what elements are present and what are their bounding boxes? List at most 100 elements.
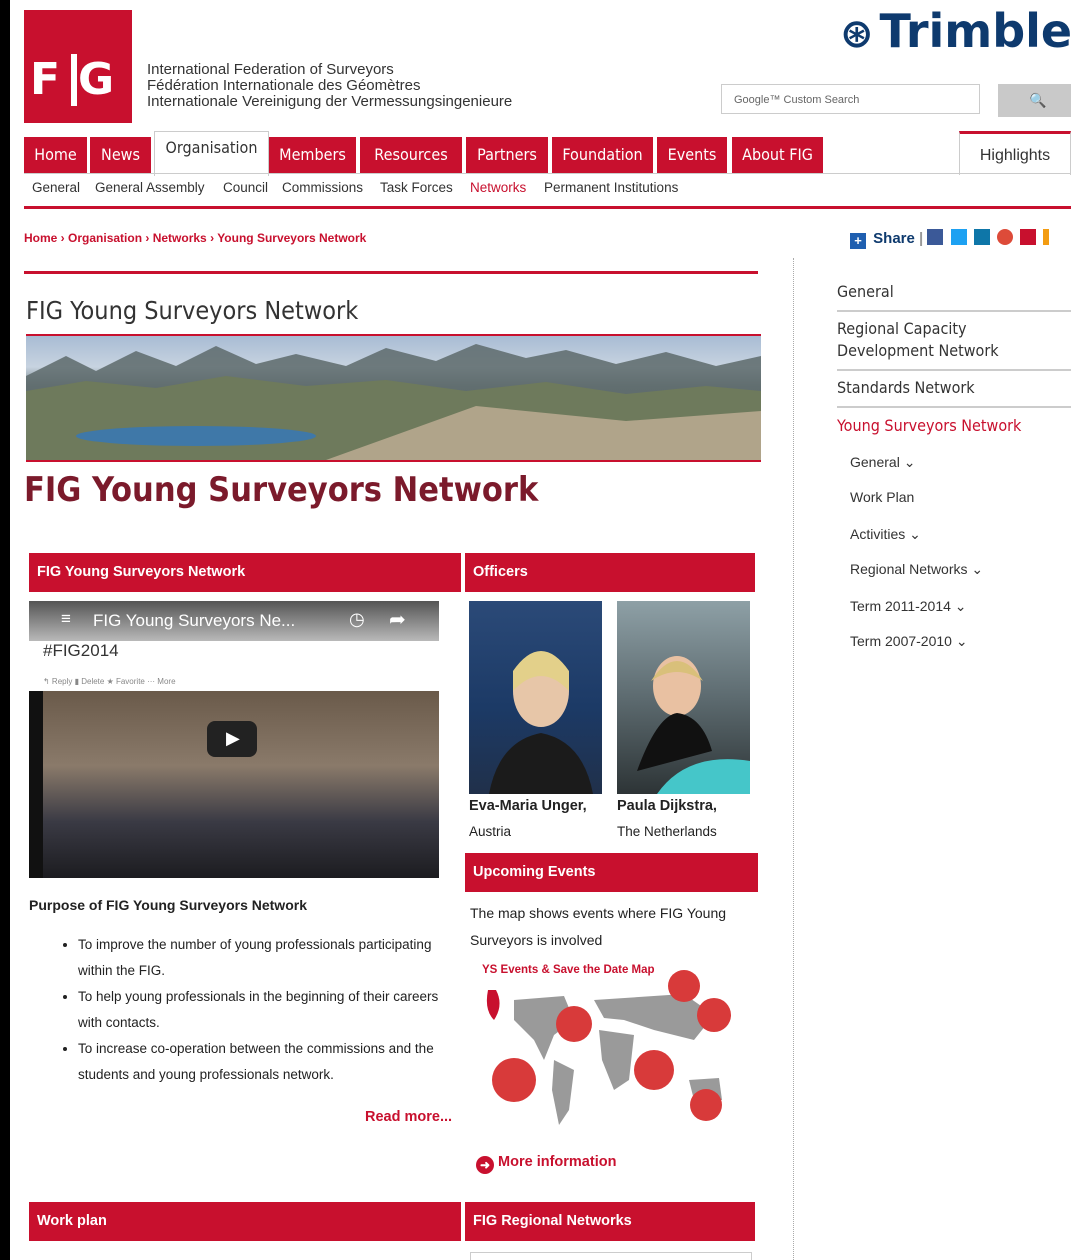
page: F G International Federation of Surveyor… bbox=[10, 0, 1071, 1260]
sidebar-item-standards[interactable]: Standards Network bbox=[837, 378, 1071, 397]
logo-letter-f: F bbox=[30, 54, 61, 105]
box-header-work-plan: Work plan bbox=[29, 1202, 461, 1241]
sidebar-item-regional-capacity[interactable]: Regional Capacity Development Network bbox=[837, 318, 1017, 362]
video-hashtag: #FIG2014 bbox=[43, 641, 119, 660]
play-icon: ▶ bbox=[226, 728, 240, 748]
more-information-label: More information bbox=[498, 1154, 617, 1170]
main-heading: FIG Young Surveyors Network bbox=[24, 470, 539, 510]
org-name-en: International Federation of Surveyors bbox=[147, 61, 394, 78]
org-name-de: Internationale Vereinigung der Vermessun… bbox=[147, 93, 513, 110]
sidebar-sub-term-2011-2014[interactable]: Term 2011-2014 ⌄ bbox=[850, 598, 967, 615]
sidebar-item-general[interactable]: General bbox=[837, 282, 1071, 301]
search-input[interactable]: Google™ Custom Search bbox=[721, 84, 980, 114]
purpose-list: To improve the number of young professio… bbox=[58, 932, 458, 1088]
watch-later-icon[interactable]: ◷ bbox=[349, 609, 365, 630]
officer-portrait-1 bbox=[489, 651, 593, 794]
fig-logo[interactable]: F G bbox=[24, 10, 132, 123]
breadcrumb-organisation[interactable]: Organisation bbox=[68, 231, 142, 245]
linkedin-icon[interactable] bbox=[973, 229, 990, 245]
video-title-bar: ≡ FIG Young Surveyors Ne... ◷ ➦ bbox=[29, 601, 439, 641]
facebook-icon[interactable] bbox=[927, 229, 944, 245]
sidebar-divider bbox=[837, 310, 1071, 312]
subnav-council[interactable]: Council bbox=[223, 180, 268, 195]
banner-image bbox=[26, 334, 761, 462]
subnav-general-assembly[interactable]: General Assembly bbox=[95, 180, 205, 195]
tab-resources[interactable]: Resources bbox=[360, 137, 462, 173]
sidebar-sub-term-2007-2010[interactable]: Term 2007-2010 ⌄ bbox=[850, 633, 968, 650]
sidebar-sub-work-plan[interactable]: Work Plan bbox=[850, 489, 914, 505]
tab-news[interactable]: News bbox=[90, 137, 151, 173]
page-title: FIG Young Surveyors Network bbox=[26, 296, 359, 325]
logo-bar bbox=[71, 54, 77, 106]
sub-nav: General General Assembly Council Commiss… bbox=[24, 176, 1071, 209]
tab-foundation[interactable]: Foundation bbox=[552, 137, 653, 173]
breadcrumb: Home › Organisation › Networks › Young S… bbox=[24, 231, 367, 245]
regional-networks-panel bbox=[470, 1252, 752, 1260]
more-information-link[interactable]: ➜ More information bbox=[476, 1154, 616, 1174]
sponsor-logo[interactable]: ⊛ Trimble bbox=[840, 4, 1071, 58]
playlist-icon[interactable]: ≡ bbox=[61, 609, 71, 629]
subnav-permanent-institutions[interactable]: Permanent Institutions bbox=[544, 180, 678, 195]
tab-highlights[interactable]: Highlights bbox=[959, 131, 1071, 175]
tab-organisation[interactable]: Organisation bbox=[154, 131, 269, 176]
subnav-commissions[interactable]: Commissions bbox=[282, 180, 363, 195]
title-rule bbox=[24, 271, 758, 274]
box-header-upcoming-events: Upcoming Events bbox=[465, 853, 758, 892]
box-header-officers: Officers bbox=[465, 553, 755, 592]
share-bar: + Share | bbox=[850, 229, 1052, 249]
list-item: To help young professionals in the begin… bbox=[78, 984, 458, 1036]
tab-about-fig[interactable]: About FIG bbox=[732, 137, 823, 173]
play-button[interactable]: ▶ bbox=[207, 721, 257, 757]
trimble-globe-icon: ⊛ bbox=[840, 11, 874, 57]
video-player[interactable]: #FIG2014 ↰ Reply ▮ Delete ★ Favorite ···… bbox=[29, 601, 439, 878]
officer-photo-1 bbox=[469, 601, 602, 794]
video-thumbnail bbox=[43, 691, 439, 878]
subnav-networks[interactable]: Networks bbox=[470, 180, 526, 195]
subnav-general[interactable]: General bbox=[32, 180, 80, 195]
sidebar-divider bbox=[837, 406, 1071, 408]
events-map[interactable]: YS Events & Save the Date Map bbox=[474, 960, 744, 1150]
rss-icon[interactable] bbox=[1043, 229, 1050, 245]
box-header-young-surveyors: FIG Young Surveyors Network bbox=[29, 553, 461, 592]
sidebar-item-young-surveyors[interactable]: Young Surveyors Network bbox=[837, 416, 1071, 435]
officer-portrait-2 bbox=[637, 656, 750, 794]
tab-events[interactable]: Events bbox=[657, 137, 727, 173]
map-title: YS Events & Save the Date Map bbox=[482, 964, 655, 976]
google-plus-icon[interactable] bbox=[996, 229, 1013, 245]
sponsor-name: Trimble bbox=[879, 4, 1071, 58]
subnav-task-forces[interactable]: Task Forces bbox=[380, 180, 453, 195]
sidebar-sub-regional-networks[interactable]: Regional Networks ⌄ bbox=[850, 561, 983, 578]
breadcrumb-networks[interactable]: Networks bbox=[153, 231, 207, 245]
list-item: To improve the number of young professio… bbox=[78, 932, 458, 984]
tab-members[interactable]: Members bbox=[269, 137, 356, 173]
officer-country-1: Austria bbox=[469, 824, 512, 839]
read-more-link[interactable]: Read more... bbox=[365, 1109, 452, 1125]
tab-partners[interactable]: Partners bbox=[466, 137, 548, 173]
share-arrow-icon[interactable]: ➦ bbox=[389, 607, 406, 632]
nav-divider bbox=[24, 173, 1071, 174]
events-text: The map shows events where FIG Young Sur… bbox=[470, 905, 727, 948]
column-divider bbox=[793, 258, 794, 1260]
sidebar-sub-general[interactable]: General ⌄ bbox=[850, 454, 915, 471]
officer-country-2: The Netherlands bbox=[617, 824, 717, 839]
video-tweet-controls: ↰ Reply ▮ Delete ★ Favorite ··· More bbox=[43, 677, 176, 686]
org-name-fr: Fédération Internationale des Géomètres bbox=[147, 77, 421, 94]
sidebar-divider bbox=[837, 369, 1071, 371]
breadcrumb-home[interactable]: Home bbox=[24, 231, 57, 245]
tab-home[interactable]: Home bbox=[24, 137, 87, 173]
search-button[interactable]: 🔍 bbox=[998, 84, 1071, 117]
officer-name-2: Paula Dijkstra, bbox=[617, 798, 717, 814]
arrow-right-circle-icon: ➜ bbox=[476, 1156, 494, 1174]
share-separator: | bbox=[919, 230, 924, 247]
print-icon[interactable] bbox=[1020, 229, 1037, 245]
purpose-title: Purpose of FIG Young Surveyors Network bbox=[29, 897, 307, 913]
list-item: To increase co-operation between the com… bbox=[78, 1036, 458, 1088]
plus-icon: + bbox=[850, 233, 866, 249]
twitter-icon[interactable] bbox=[950, 229, 967, 245]
organisation-names: International Federation of Surveyors Fé… bbox=[147, 62, 512, 110]
sidebar-sub-activities[interactable]: Activities ⌄ bbox=[850, 526, 921, 543]
logo-letter-g: G bbox=[78, 54, 115, 105]
video-title[interactable]: FIG Young Surveyors Ne... bbox=[93, 611, 295, 631]
share-button[interactable]: Share bbox=[873, 230, 915, 247]
officer-photo-2 bbox=[617, 601, 750, 794]
